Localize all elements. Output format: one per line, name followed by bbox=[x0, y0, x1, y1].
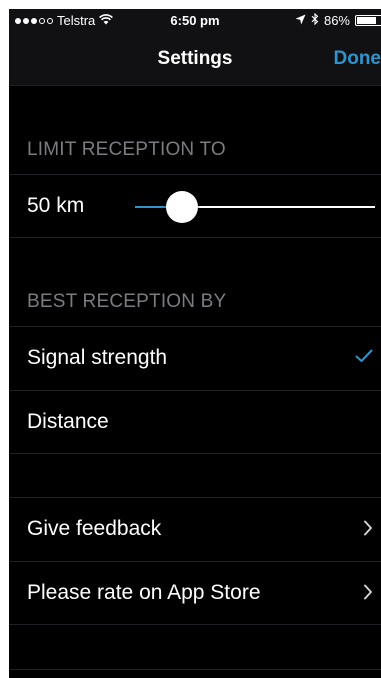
settings-screen: Telstra 6:50 pm 86% Settings Done LIMIT … bbox=[9, 9, 381, 678]
navigation-bar: Settings Done bbox=[9, 33, 381, 86]
chevron-right-icon bbox=[363, 584, 373, 605]
page-title: Settings bbox=[157, 48, 233, 69]
rate-app-store-row[interactable]: Please rate on App Store bbox=[9, 561, 381, 625]
chevron-right-icon bbox=[363, 520, 373, 541]
done-button[interactable]: Done bbox=[334, 48, 381, 70]
location-arrow-icon bbox=[295, 13, 306, 28]
option-signal-strength[interactable]: Signal strength bbox=[9, 326, 381, 390]
section-header-limit: LIMIT RECEPTION TO bbox=[27, 139, 226, 160]
option-distance[interactable]: Distance bbox=[9, 390, 381, 454]
battery-fill bbox=[357, 17, 376, 24]
row-separator bbox=[27, 561, 381, 562]
slider-track-max bbox=[182, 206, 375, 208]
bluetooth-icon bbox=[311, 12, 319, 28]
distance-slider[interactable] bbox=[127, 175, 375, 239]
link-label: Please rate on App Store bbox=[27, 581, 261, 604]
option-label: Signal strength bbox=[27, 346, 168, 369]
status-right: 86% bbox=[295, 12, 381, 28]
battery-icon bbox=[355, 15, 381, 26]
distance-value-label: 50 km bbox=[27, 194, 85, 217]
checkmark-icon bbox=[355, 349, 373, 368]
section-header-best: BEST RECEPTION BY bbox=[27, 291, 227, 312]
option-label: Distance bbox=[27, 410, 109, 433]
status-bar: Telstra 6:50 pm 86% bbox=[9, 9, 381, 33]
distance-limit-row: 50 km bbox=[9, 174, 381, 238]
row-separator bbox=[27, 390, 381, 391]
give-feedback-row[interactable]: Give feedback bbox=[9, 497, 381, 561]
battery-percent: 86% bbox=[323, 13, 350, 28]
bottom-divider bbox=[9, 669, 381, 678]
link-label: Give feedback bbox=[27, 517, 162, 540]
slider-thumb[interactable] bbox=[166, 191, 198, 223]
